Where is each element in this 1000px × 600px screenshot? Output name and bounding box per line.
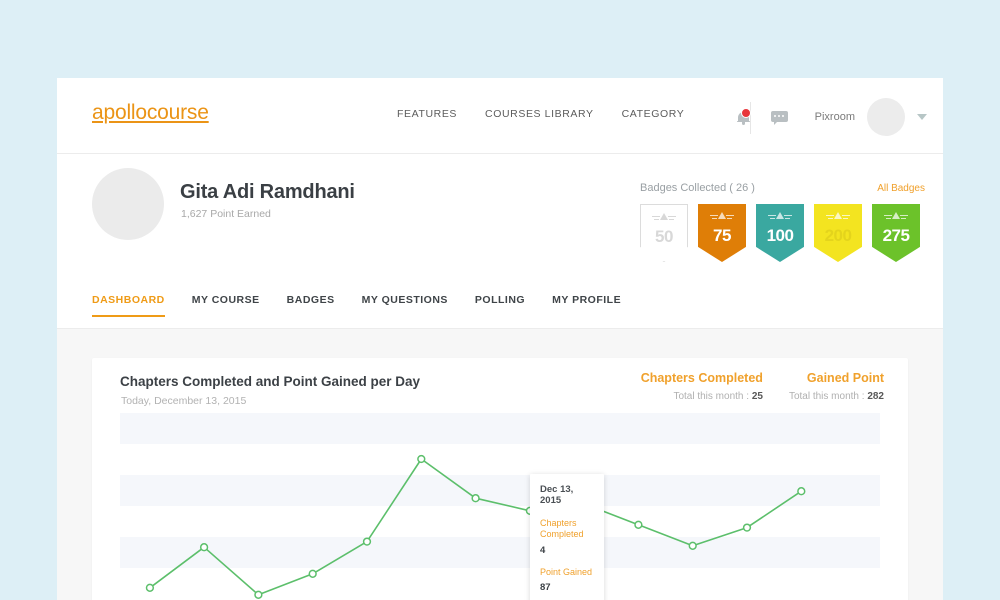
tab-my-course[interactable]: MY COURSE — [192, 284, 260, 306]
badge-item[interactable]: 75 — [698, 204, 746, 262]
legend-total-prefix: Total this month : — [788, 391, 868, 402]
chart-legend: Chapters Completed Total this month : 25… — [641, 371, 884, 402]
badge-item[interactable]: 275 — [872, 204, 920, 262]
avatar[interactable] — [867, 98, 905, 136]
legend-label: Gained Point — [806, 371, 884, 385]
chart-card: Chapters Completed and Point Gained per … — [92, 358, 908, 600]
chart-series-svg — [145, 454, 806, 599]
top-navigation-bar: apollocourse FEATURES COURSES LIBRARY CA… — [57, 78, 943, 154]
winged-star-icon — [768, 212, 792, 223]
legend-total: Total this month : 25 — [641, 391, 763, 402]
tab-my-questions[interactable]: MY QUESTIONS — [362, 284, 448, 306]
bell-icon — [737, 107, 752, 125]
winged-star-icon — [884, 212, 908, 223]
chart-tooltip: Dec 13, 2015 Chapters Completed 4 Point … — [530, 474, 604, 600]
tooltip-points-label: Point Gained — [540, 566, 593, 577]
nav-right-cluster: Pixroom — [729, 98, 927, 136]
winged-star-icon — [826, 212, 850, 223]
nav-item-courses-library[interactable]: COURSES LIBRARY — [485, 108, 622, 120]
badge-item[interactable]: 100 — [756, 204, 804, 262]
profile-points: 1,627 Point Earned — [181, 208, 271, 220]
legend-total-prefix: Total this month : — [673, 391, 752, 402]
username-label: Pixroom — [814, 111, 855, 123]
profile-avatar[interactable] — [92, 168, 164, 240]
badges-panel: Badges Collected ( 26 ) All Badges 50 75… — [640, 182, 925, 262]
winged-star-icon — [710, 212, 734, 223]
tooltip-chapters-value: 4 — [540, 544, 546, 556]
chart-subtitle: Today, December 13, 2015 — [121, 395, 247, 407]
tab-polling[interactable]: POLLING — [475, 284, 525, 306]
all-badges-link[interactable]: All Badges — [877, 183, 925, 194]
nav-item-category[interactable]: CATEGORY — [622, 108, 713, 120]
section-tabs: DASHBOARD MY COURSE BADGES MY QUESTIONS … — [57, 284, 943, 329]
badge-item[interactable]: 200 — [814, 204, 862, 262]
badges-collected-label: Badges Collected ( 26 ) — [640, 182, 755, 194]
legend-gained-point: Gained Point Total this month : 282 — [789, 371, 884, 402]
tab-my-profile[interactable]: MY PROFILE — [552, 284, 621, 306]
legend-total-value: 282 — [867, 391, 884, 402]
badge-value: 100 — [766, 226, 794, 245]
badge-item[interactable]: 50 — [640, 204, 688, 262]
legend-chapters-completed: Chapters Completed Total this month : 25 — [641, 371, 763, 402]
dashboard-content: Chapters Completed and Point Gained per … — [57, 329, 943, 600]
badges-list: 50 75 100 200 275 — [640, 204, 920, 262]
badge-value: 200 — [824, 226, 852, 245]
tooltip-points-value: 87 — [540, 581, 551, 593]
line-chart-plot: Dec 13, 2015 Chapters Completed 4 Point … — [92, 413, 908, 600]
tab-badges[interactable]: BADGES — [287, 284, 335, 306]
profile-header: Gita Adi Ramdhani 1,627 Point Earned Bad… — [57, 154, 943, 284]
brand-logo[interactable]: apollocourse — [92, 101, 209, 125]
nav-item-features[interactable]: FEATURES — [397, 108, 485, 120]
chart-title: Chapters Completed and Point Gained per … — [120, 374, 421, 389]
legend-label: Chapters Completed — [640, 371, 763, 385]
legend-total: Total this month : 282 — [789, 391, 884, 402]
chevron-down-icon[interactable] — [917, 114, 927, 120]
tooltip-date: Dec 13, 2015 — [540, 484, 574, 506]
legend-total-value: 25 — [751, 391, 763, 402]
badge-value: 275 — [882, 226, 910, 245]
chat-bubble-icon — [771, 110, 789, 125]
page-title: Gita Adi Ramdhani — [180, 181, 355, 203]
winged-star-icon — [652, 213, 676, 224]
tab-dashboard[interactable]: DASHBOARD — [92, 284, 165, 317]
tooltip-chapters-label: Chapters Completed — [540, 518, 584, 540]
badge-value: 75 — [713, 226, 731, 245]
badges-header: Badges Collected ( 26 ) All Badges — [640, 182, 925, 198]
main-navigation: FEATURES COURSES LIBRARY CATEGORY — [397, 108, 712, 120]
notification-badge-dot — [741, 107, 752, 118]
notifications-button[interactable] — [729, 102, 759, 132]
browser-window: apollocourse FEATURES COURSES LIBRARY CA… — [57, 78, 943, 600]
messages-button[interactable] — [765, 102, 795, 132]
badge-value: 50 — [655, 227, 673, 246]
